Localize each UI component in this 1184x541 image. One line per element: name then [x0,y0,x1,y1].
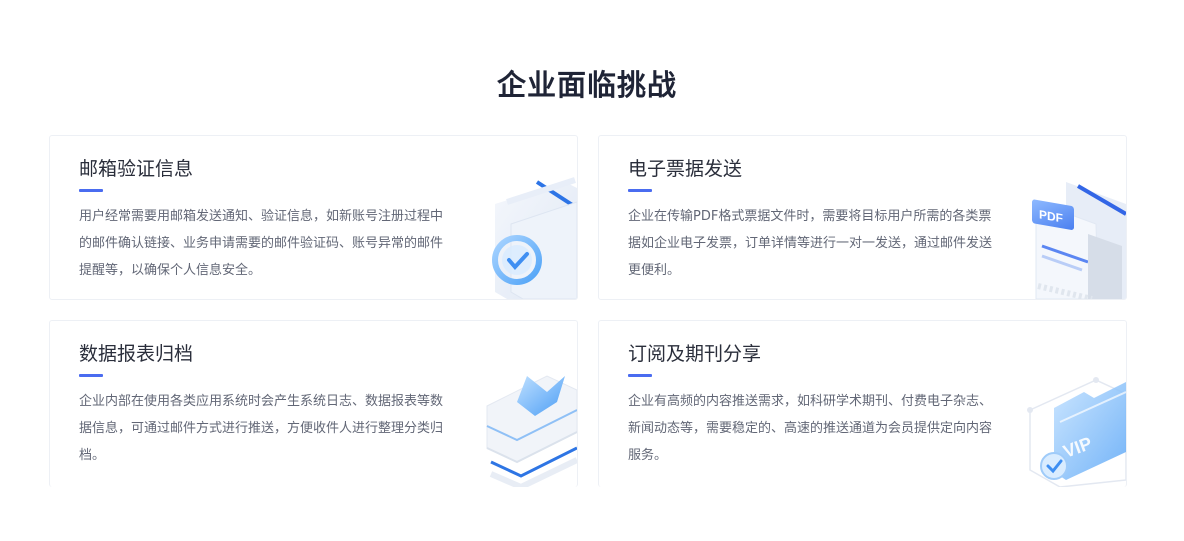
card-title: 邮箱验证信息 [79,158,194,180]
card-title: 数据报表归档 [79,343,194,365]
verify-check-icon [477,174,577,299]
card-description: 企业在传输PDF格式票据文件时，需要将目标用户所需的各类票据如企业电子发票，订单… [628,209,993,278]
challenge-card-subscription[interactable]: 订阅及期刊分享 企业有高频的内容推送需求，如科研学术期刊、付费电子杂志、新闻动态… [598,320,1127,487]
challenge-card-e-invoice[interactable]: 电子票据发送 企业在传输PDF格式票据文件时，需要将目标用户所需的各类票据如企业… [598,135,1127,300]
challenge-card-report-archive[interactable]: 数据报表归档 企业内部在使用各类应用系统时会产生系统日志、数据报表等数据信息，可… [49,320,578,487]
card-description: 企业内部在使用各类应用系统时会产生系统日志、数据报表等数据信息，可通过邮件方式进… [79,394,444,463]
card-description: 用户经常需要用邮箱发送通知、验证信息，如新账号注册过程中的邮件确认链接、业务申请… [79,209,444,278]
card-title: 订阅及期刊分享 [628,343,762,365]
card-title: 电子票据发送 [628,158,743,180]
accent-bar [79,374,103,377]
accent-bar [628,374,652,377]
pdf-document-icon: PDF [1026,174,1126,299]
accent-bar [79,189,103,192]
archive-layers-icon [477,362,577,487]
vip-folder-icon: VIP [1026,362,1126,487]
section-title: 企业面临挑战 [496,68,677,102]
accent-bar [628,189,652,192]
card-description: 企业有高频的内容推送需求，如科研学术期刊、付费电子杂志、新闻动态等，需要稳定的、… [628,394,993,463]
challenge-card-email-verification[interactable]: 邮箱验证信息 用户经常需要用邮箱发送通知、验证信息，如新账号注册过程中的邮件确认… [49,135,578,300]
